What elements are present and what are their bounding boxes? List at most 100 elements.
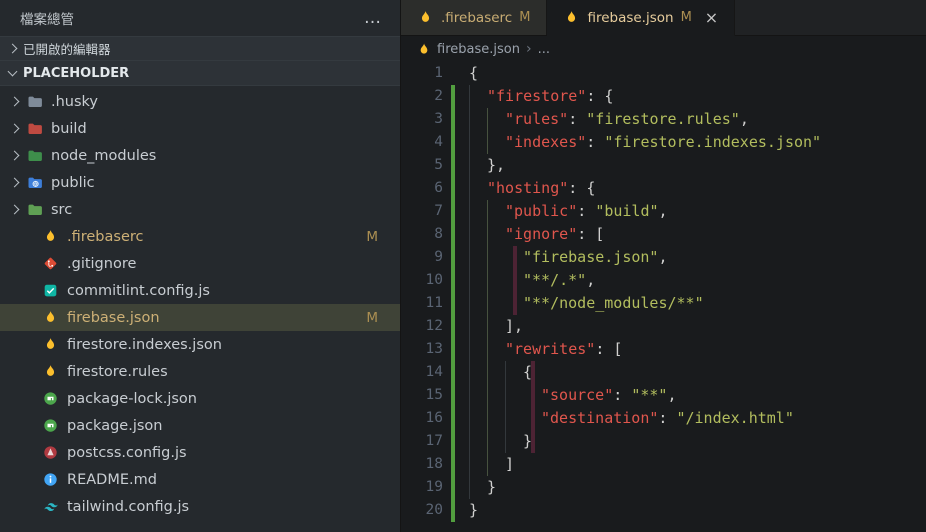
- git-gutter-indicator: [451, 292, 455, 315]
- code-line[interactable]: 3 "rules": "firestore.rules",: [401, 108, 926, 131]
- line-number: 12: [425, 318, 443, 334]
- active-indent-guide: [513, 246, 517, 269]
- tree-item-label: public: [51, 174, 95, 191]
- git-gutter-indicator: [451, 177, 455, 200]
- flame-icon: [563, 9, 580, 26]
- line-number: 19: [425, 479, 443, 495]
- code-line[interactable]: 15 "source": "**",: [401, 384, 926, 407]
- tree-item-readme-md[interactable]: README.md: [0, 466, 400, 493]
- code-line[interactable]: 13 "rewrites": [: [401, 338, 926, 361]
- breadcrumb-file[interactable]: firebase.json: [437, 42, 520, 57]
- tree-item-label: README.md: [67, 471, 157, 488]
- tree-item-postcss-config-js[interactable]: postcss.config.js: [0, 439, 400, 466]
- tab-firebaserc[interactable]: .firebaserc M: [401, 0, 548, 35]
- code-line[interactable]: 8 "ignore": [: [401, 223, 926, 246]
- line-number: 16: [425, 410, 443, 426]
- code-line[interactable]: 1{: [401, 62, 926, 85]
- tree-item-label: build: [51, 120, 87, 137]
- line-number: 7: [434, 203, 443, 219]
- tree-item-tailwind-config-js[interactable]: tailwind.config.js: [0, 493, 400, 520]
- folder-icon: [26, 93, 43, 110]
- tree-item-label: firestore.indexes.json: [67, 336, 222, 353]
- explorer-sidebar: 檔案總管 … 已開啟的編輯器 PLACEHOLDER .husky build no…: [0, 0, 401, 532]
- code-line[interactable]: 20}: [401, 499, 926, 522]
- section-project-root[interactable]: PLACEHOLDER: [0, 60, 400, 86]
- chevron-right-icon: [9, 204, 20, 215]
- line-number: 10: [425, 272, 443, 288]
- git-gutter-indicator: [451, 361, 455, 384]
- explorer-header: 檔案總管 …: [0, 0, 400, 36]
- code-line[interactable]: 16 "destination": "/index.html": [401, 407, 926, 430]
- close-tab-icon[interactable]: ×: [705, 9, 718, 25]
- tree-item-build[interactable]: build: [0, 115, 400, 142]
- breadcrumb-separator-icon: ›: [525, 41, 532, 57]
- folder-icon: [26, 201, 43, 218]
- git-modified-badge: M: [366, 309, 378, 326]
- flame-icon: [42, 228, 59, 245]
- tab-firebase-json[interactable]: firebase.json M ×: [547, 0, 736, 36]
- active-indent-guide: [513, 269, 517, 292]
- chevron-right-icon: [9, 150, 20, 161]
- line-number: 13: [425, 341, 443, 357]
- git-gutter-indicator: [451, 315, 455, 338]
- code-line[interactable]: 6 "hosting": {: [401, 177, 926, 200]
- line-number: 11: [425, 295, 443, 311]
- editor-area: .firebaserc Mfirebase.json M × firebase.jso…: [401, 0, 926, 532]
- git-gutter-indicator: [451, 154, 455, 177]
- code-line[interactable]: 7 "public": "build",: [401, 200, 926, 223]
- line-number: 14: [425, 364, 443, 380]
- firebase-icon: [417, 42, 431, 56]
- tree-item-src[interactable]: src: [0, 196, 400, 223]
- line-number: 3: [434, 111, 443, 127]
- code-line[interactable]: 10 "**/.*",: [401, 269, 926, 292]
- breadcrumb-more[interactable]: ...: [538, 42, 550, 57]
- tab-label: firebase.json: [587, 9, 674, 26]
- tree-item-package-json[interactable]: package.json: [0, 412, 400, 439]
- chevron-right-icon: [9, 123, 20, 134]
- line-number: 9: [434, 249, 443, 265]
- code-line[interactable]: 17}: [401, 430, 926, 453]
- tree-item-label: .firebaserc: [67, 228, 144, 245]
- code-editor[interactable]: 1{2 "firestore": {3 "rules": "firestore.ru…: [401, 62, 926, 532]
- flame-icon: [42, 363, 59, 380]
- code-line[interactable]: 18]: [401, 453, 926, 476]
- tree-item-label: package.json: [67, 417, 163, 434]
- git-gutter-indicator: [451, 200, 455, 223]
- tab-label: .firebaserc: [441, 9, 513, 26]
- code-line[interactable]: 11 "**/node_modules/**": [401, 292, 926, 315]
- active-indent-guide: [513, 292, 517, 315]
- tree-item-firestore-indexes-json[interactable]: firestore.indexes.json: [0, 331, 400, 358]
- tree-item-commitlint-config-js[interactable]: commitlint.config.js: [0, 277, 400, 304]
- flame-icon: [42, 309, 59, 326]
- code-line[interactable]: 2 "firestore": {: [401, 85, 926, 108]
- code-line[interactable]: 12],: [401, 315, 926, 338]
- line-number: 4: [434, 134, 443, 150]
- tree-item-label: .gitignore: [67, 255, 137, 272]
- tree-item-public[interactable]: public: [0, 169, 400, 196]
- tree-item-firebase-json[interactable]: firebase.json M: [0, 304, 400, 331]
- code-line[interactable]: 4 "indexes": "firestore.indexes.json": [401, 131, 926, 154]
- active-indent-guide: [531, 384, 535, 407]
- tree-item-firebaserc[interactable]: .firebaserc M: [0, 223, 400, 250]
- tree-item-package-lock-json[interactable]: package-lock.json: [0, 385, 400, 412]
- code-line[interactable]: 5},: [401, 154, 926, 177]
- chevron-right-icon: [9, 177, 20, 188]
- more-actions-icon[interactable]: …: [364, 10, 382, 27]
- tree-item-gitignore[interactable]: .gitignore: [0, 250, 400, 277]
- git-modified-badge: M: [519, 10, 531, 25]
- code-line[interactable]: 14{: [401, 361, 926, 384]
- folder-icon: [26, 120, 43, 137]
- tree-item-node-modules[interactable]: node_modules: [0, 142, 400, 169]
- breadcrumb[interactable]: firebase.json › ...: [401, 36, 926, 62]
- code-line[interactable]: 19}: [401, 476, 926, 499]
- line-number: 2: [434, 88, 443, 104]
- tree-item-label: .husky: [51, 93, 99, 110]
- code-line[interactable]: 9 "firebase.json",: [401, 246, 926, 269]
- tab-bar: .firebaserc Mfirebase.json M ×: [401, 0, 926, 36]
- tree-item-firestore-rules[interactable]: firestore.rules: [0, 358, 400, 385]
- section-open-editors[interactable]: 已開啟的編輯器: [0, 36, 400, 60]
- tree-item-label: node_modules: [51, 147, 157, 164]
- postcss-icon: [42, 444, 59, 461]
- tree-item-husky[interactable]: .husky: [0, 88, 400, 115]
- git-gutter-indicator: [451, 499, 455, 522]
